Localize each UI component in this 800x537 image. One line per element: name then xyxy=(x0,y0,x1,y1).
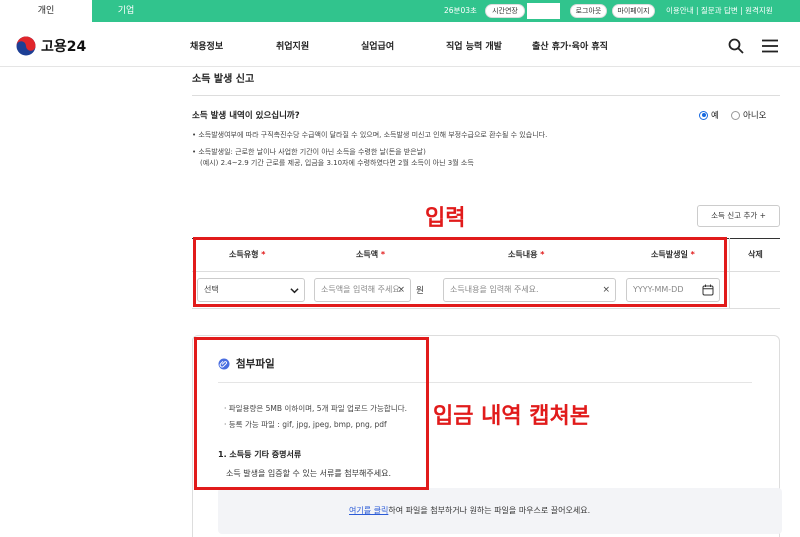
annotation-attachment-box xyxy=(194,337,429,490)
table-column-divider xyxy=(729,238,730,308)
radio-no[interactable]: 아니오 xyxy=(731,109,766,121)
radio-yes[interactable]: 예 xyxy=(699,109,719,121)
annotation-input-label: 입력 xyxy=(425,206,466,231)
utility-links[interactable]: 이용안내 | 질문과 답변 | 원격지원 xyxy=(666,5,773,16)
page: 개인 기업 26분03초 시간연장 로그아웃 마이페이지 이용안내 | 질문과 … xyxy=(0,0,800,537)
nav-jobs[interactable]: 채용정보 xyxy=(190,39,223,52)
notice-2: • 소득발생일: 근로한 날이나 사업한 기간이 아닌 소득을 수령한 날(돈을… xyxy=(192,148,426,156)
annotation-capture-label: 입금 내역 캡쳐본 xyxy=(433,404,590,429)
logo-text: 고용24 xyxy=(41,39,87,55)
add-income-report-button[interactable]: 소득 신고 추가 + xyxy=(697,205,780,227)
header-delete: 삭제 xyxy=(748,250,763,259)
section-title: 소득 발생 신고 xyxy=(192,74,255,85)
radio-no-label: 아니오 xyxy=(743,111,767,121)
session-timer: 26분03초 xyxy=(444,6,477,15)
tab-business[interactable]: 기업 xyxy=(92,0,160,22)
file-upload-link[interactable]: 여기를 클릭 xyxy=(349,506,388,515)
hamburger-menu-icon[interactable] xyxy=(762,39,778,53)
radio-yes-label: 예 xyxy=(711,111,719,121)
nav-vocational-training[interactable]: 직업 능력 개발 xyxy=(446,39,502,52)
extend-session-button[interactable]: 시간연장 xyxy=(485,4,525,18)
search-icon[interactable] xyxy=(728,38,744,54)
section-divider xyxy=(192,95,780,96)
notice-3: (예시) 2.4~2.9 기간 근로를 제공, 입금을 3.10자에 수령하였다… xyxy=(200,159,474,167)
nav-employment-support[interactable]: 취업지원 xyxy=(276,39,309,52)
main-header: 고용24 채용정보 취업지원 실업급여 직업 능력 개발 출산 휴가·육아 휴직 xyxy=(0,22,800,67)
nav-parental-leave[interactable]: 출산 휴가·육아 휴직 xyxy=(532,39,608,52)
site-logo[interactable]: 고용24 xyxy=(16,36,86,56)
taegeuk-logo-icon xyxy=(16,36,36,56)
annotation-input-box xyxy=(193,237,727,307)
radio-checked-icon xyxy=(699,110,708,120)
radio-unchecked-icon xyxy=(731,110,740,120)
tab-personal[interactable]: 개인 xyxy=(0,0,92,22)
income-question: 소득 발생 내역이 있으십니까? xyxy=(192,111,300,121)
mypage-button[interactable]: 마이페이지 xyxy=(612,4,655,18)
logout-button[interactable]: 로그아웃 xyxy=(570,4,607,18)
nav-unemployment-benefit[interactable]: 실업급여 xyxy=(361,39,394,52)
redacted-box xyxy=(527,3,560,19)
notice-1: • 소득발생여부에 따라 구직촉진수당 수급액이 달라질 수 있으며, 소득발생… xyxy=(192,131,548,139)
table-bottom-border xyxy=(192,308,780,309)
file-drop-text: 여기를 클릭하여 파일을 첨부하거나 원하는 파일을 마우스로 끌어오세요. xyxy=(349,506,591,515)
